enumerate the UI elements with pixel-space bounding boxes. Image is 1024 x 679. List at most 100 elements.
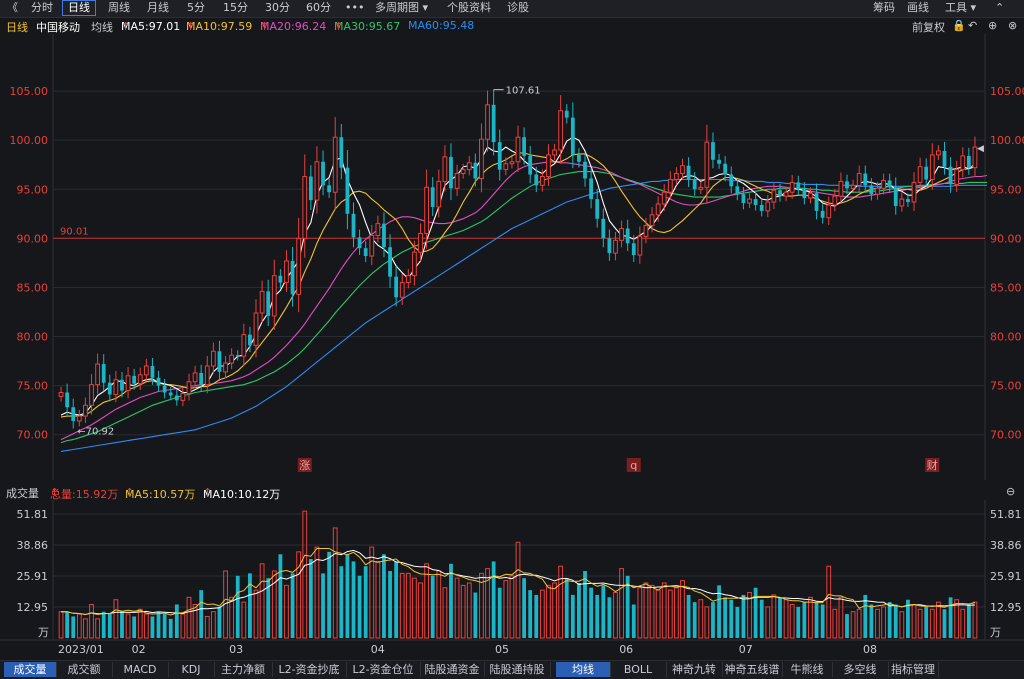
current-price-arrow: ◀: [977, 144, 984, 154]
indicator-tab[interactable]: 牛熊线: [782, 662, 833, 677]
candle-body: [388, 247, 392, 277]
diagnose-button[interactable]: 诊股: [502, 1, 534, 15]
candle-body: [948, 166, 953, 185]
indicator-tab[interactable]: 主力净额: [214, 662, 273, 677]
candle-body: [881, 179, 886, 189]
candle-body: [735, 186, 740, 195]
price-chart[interactable]: 105.00 100.00 95.00 90.00 85.00 80.00 75.00 70.…: [0, 34, 1024, 480]
event-marker-label: 财: [927, 458, 938, 472]
chips-button[interactable]: 筹码: [868, 1, 900, 15]
collapse-sub-icon[interactable]: ⊖: [1006, 485, 1015, 498]
x-tick-label: 02: [132, 643, 146, 656]
volume-bar: [893, 604, 898, 638]
y-tick-label: 80.00: [17, 331, 49, 344]
indicator-tab[interactable]: BOLL: [610, 662, 667, 677]
candle-body: [649, 214, 655, 227]
period-tab-monthly[interactable]: 月线: [142, 1, 174, 15]
indicator-tab[interactable]: 指标管理: [888, 662, 939, 677]
close-icon[interactable]: ⊗: [1008, 19, 1017, 32]
arrow-up-icon: ↑: [260, 20, 270, 33]
candle-body: [899, 198, 905, 207]
indicator-tab[interactable]: 神奇五线谱: [722, 662, 783, 677]
candle-body: [796, 182, 801, 190]
indicator-tab[interactable]: 陆股通持股: [484, 662, 551, 677]
volume-bar: [729, 599, 734, 638]
indicator-tab[interactable]: 成交量: [4, 662, 57, 677]
candle-body: [327, 185, 332, 193]
candle-body: [382, 223, 386, 248]
y-tick-label: 25.91: [990, 570, 1022, 583]
period-tab-30min[interactable]: 30分: [260, 1, 295, 15]
candle-body: [71, 407, 76, 421]
y-tick-label: 90.00: [990, 232, 1022, 245]
undo-icon[interactable]: ↶: [968, 19, 977, 32]
x-tick-label: 03: [229, 643, 243, 656]
candle-body: [137, 374, 143, 385]
candle-body: [394, 276, 399, 298]
period-tab-5min[interactable]: 5分: [182, 1, 210, 15]
candle-body: [966, 155, 971, 168]
y-tick-label: 51.81: [990, 508, 1022, 521]
volume-bar: [491, 561, 496, 638]
volume-bar: [631, 604, 636, 638]
candle-body: [583, 161, 587, 179]
indicator-tab[interactable]: 多空线: [832, 662, 889, 677]
volume-bar: [162, 614, 167, 638]
indicator-tab[interactable]: L2-资金抄底: [272, 662, 347, 677]
candle-body: [528, 155, 533, 175]
volume-bar: [107, 614, 112, 638]
candle-body: [546, 154, 551, 178]
indicator-tab[interactable]: 成交额: [56, 662, 113, 677]
period-tab-15min[interactable]: 15分: [218, 1, 253, 15]
volume-bar: [235, 575, 240, 638]
candle-body: [619, 228, 624, 241]
candle-body: [906, 199, 910, 203]
volume-bar: [924, 606, 929, 638]
multi-period-dropdown[interactable]: 多周期图 ▾: [370, 1, 433, 15]
x-tick-label: 2023/01: [58, 643, 104, 656]
draw-line-button[interactable]: 画线: [902, 1, 934, 15]
tools-dropdown[interactable]: 工具 ▾: [940, 1, 981, 15]
candle-body: [229, 354, 235, 364]
stock-info-button[interactable]: 个股资料: [442, 1, 496, 15]
indicator-tab[interactable]: KDJ: [168, 662, 215, 677]
volume-bar: [278, 554, 283, 638]
collapse-icon[interactable]: ⌃: [990, 1, 1009, 15]
indicator-tab[interactable]: 神奇九转: [666, 662, 723, 677]
ma30-text: MA30:95.67: [334, 20, 401, 33]
candle-body: [107, 382, 112, 395]
volume-title[interactable]: 成交量: [6, 485, 39, 501]
candle-body: [424, 186, 429, 234]
volume-bar: [814, 602, 819, 638]
ma-label[interactable]: 均线: [91, 19, 113, 35]
candle-body: [765, 201, 771, 212]
add-icon[interactable]: ⊕: [988, 19, 997, 32]
candle-body: [869, 185, 874, 195]
period-tab-60min[interactable]: 60分: [301, 1, 336, 15]
candle-body: [485, 104, 490, 140]
candle-body: [259, 290, 265, 314]
period-tab-weekly[interactable]: 周线: [103, 1, 135, 15]
candle-body: [199, 372, 204, 385]
indicator-tab[interactable]: L2-资金仓位: [346, 662, 421, 677]
adjust-mode[interactable]: 前复权: [912, 19, 945, 35]
period-tab-daily[interactable]: 日线: [62, 0, 96, 16]
volume-bar: [863, 594, 868, 638]
lock-icon[interactable]: 🔒: [952, 19, 966, 32]
arrow-up-icon: ↑: [121, 20, 131, 33]
volume-bar: [869, 604, 874, 638]
candle-body: [625, 228, 630, 244]
volume-bar: [120, 611, 124, 638]
indicator-tab[interactable]: 均线: [556, 662, 611, 677]
more-periods-button[interactable]: •••: [340, 1, 369, 15]
x-tick-label: 07: [739, 643, 753, 656]
indicator-tab[interactable]: 陆股通资金: [420, 662, 485, 677]
period-tab-intraday[interactable]: 分时: [26, 1, 58, 15]
indicator-tab[interactable]: MACD: [112, 662, 169, 677]
back-button[interactable]: 《: [2, 1, 23, 15]
arrow-up-icon: ↑: [50, 486, 60, 499]
x-tick-label: 04: [371, 643, 385, 656]
volume-chart[interactable]: 51.81 51.81 38.86 38.86 25.91 25.91 12.95 12.95…: [0, 500, 1024, 660]
candle-body: [929, 154, 935, 180]
volume-bar: [845, 614, 849, 638]
